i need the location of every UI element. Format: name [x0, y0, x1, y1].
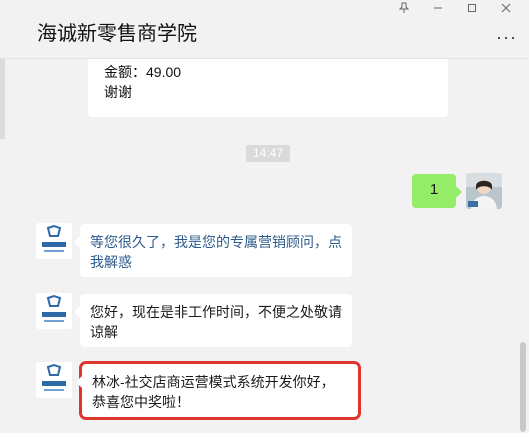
message-bubble-prize[interactable]: 林冰-社交店商运营模式系统开发你好，恭喜您中奖啦！ [76, 361, 361, 420]
maximize-icon[interactable] [455, 0, 489, 16]
pin-icon[interactable] [387, 0, 421, 16]
brand-logo-avatar[interactable] [36, 362, 72, 398]
timestamp: 14:47 [246, 145, 290, 162]
minimize-icon[interactable] [421, 0, 455, 16]
chat-title: 海诚新零售商学院 [37, 23, 197, 45]
user-photo-avatar[interactable] [466, 173, 502, 209]
message-bubble-advisor[interactable]: 等您很久了，我是您的专属营销顾问，点我解惑 [74, 224, 352, 277]
window-controls [387, 0, 523, 16]
chat-scrollbar[interactable] [520, 342, 526, 432]
more-icon[interactable]: ··· [496, 27, 517, 48]
close-icon[interactable] [489, 0, 523, 16]
chat-area[interactable]: 金额：49.00 谢谢 14:47 1 等您很久了，我是您的专属营销顾问，点我解… [0, 59, 529, 433]
title-bar: 海诚新零售商学院 ··· [0, 0, 529, 59]
message-bubble-offhours[interactable]: 您好，现在是非工作时间，不便之处敬请谅解 [74, 294, 352, 347]
message-bubble-self[interactable]: 1 [412, 174, 462, 208]
card-amount: 金额：49.00 [104, 64, 182, 80]
left-edge-strip [0, 59, 5, 139]
card-thanks: 谢谢 [104, 84, 132, 100]
payment-card[interactable]: 金额：49.00 谢谢 [88, 59, 448, 117]
brand-logo-avatar[interactable] [36, 223, 72, 259]
brand-logo-avatar[interactable] [36, 293, 72, 329]
